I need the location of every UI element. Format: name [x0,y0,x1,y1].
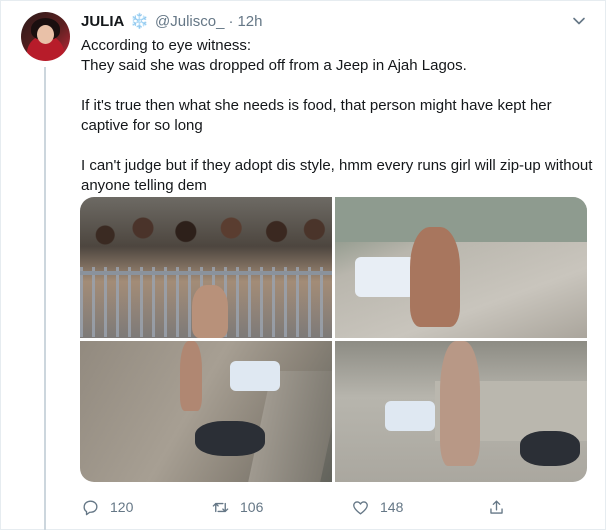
snowflake-icon: ❄️ [130,12,150,30]
photo-standing-figure[interactable] [335,341,587,482]
clothes-shape [195,421,265,456]
photo-crowd-at-fence[interactable] [80,197,332,338]
kerb-shape [335,197,587,242]
user-handle[interactable]: @Julisco_ [155,13,224,30]
fence-rail [80,271,332,275]
separator-dot: · [228,12,234,30]
like-button[interactable]: 148 [351,495,403,519]
figure-shape [192,285,228,338]
like-icon [353,500,368,515]
bag-shape [385,401,435,431]
tweet-paragraph: If it's true then what she needs is food… [81,97,552,134]
tweet-text: According to eye witness: They said she … [81,36,593,196]
photo-legs-and-clothes[interactable] [80,341,332,482]
retweet-button[interactable]: 106 [211,495,263,519]
chevron-down-icon[interactable] [571,13,587,29]
retweet-count: 106 [240,499,264,515]
reply-button[interactable]: 120 [81,495,133,519]
share-icon [490,499,503,514]
avatar[interactable] [21,12,70,61]
thread-line [44,67,46,530]
avatar-face [37,25,54,44]
tweet-actions: 120 106 148 [81,495,593,519]
bag-shape [355,257,415,297]
reply-icon [83,499,98,515]
tweet-paragraph: I can't judge but if they adopt dis styl… [81,157,593,194]
bag-shape [230,361,280,391]
retweet-icon [212,502,229,512]
tweet-card[interactable]: JULIA ❄️ @Julisco_ · 12h According to ey… [0,0,606,530]
clothes-shape [520,431,580,466]
display-name[interactable]: JULIA [81,13,124,30]
like-count: 148 [380,499,404,515]
figure-shape [440,341,480,466]
share-button[interactable] [487,495,516,519]
media-grid [80,197,587,482]
figure-shape [410,227,460,327]
tweet-timestamp[interactable]: 12h [237,13,262,30]
tweet-header: JULIA ❄️ @Julisco_ · 12h [81,11,262,31]
reply-count: 120 [110,499,134,515]
photo-woman-seated[interactable] [335,197,587,338]
figure-shape [180,341,202,411]
tweet-paragraph: According to eye witness: They said she … [81,37,467,74]
